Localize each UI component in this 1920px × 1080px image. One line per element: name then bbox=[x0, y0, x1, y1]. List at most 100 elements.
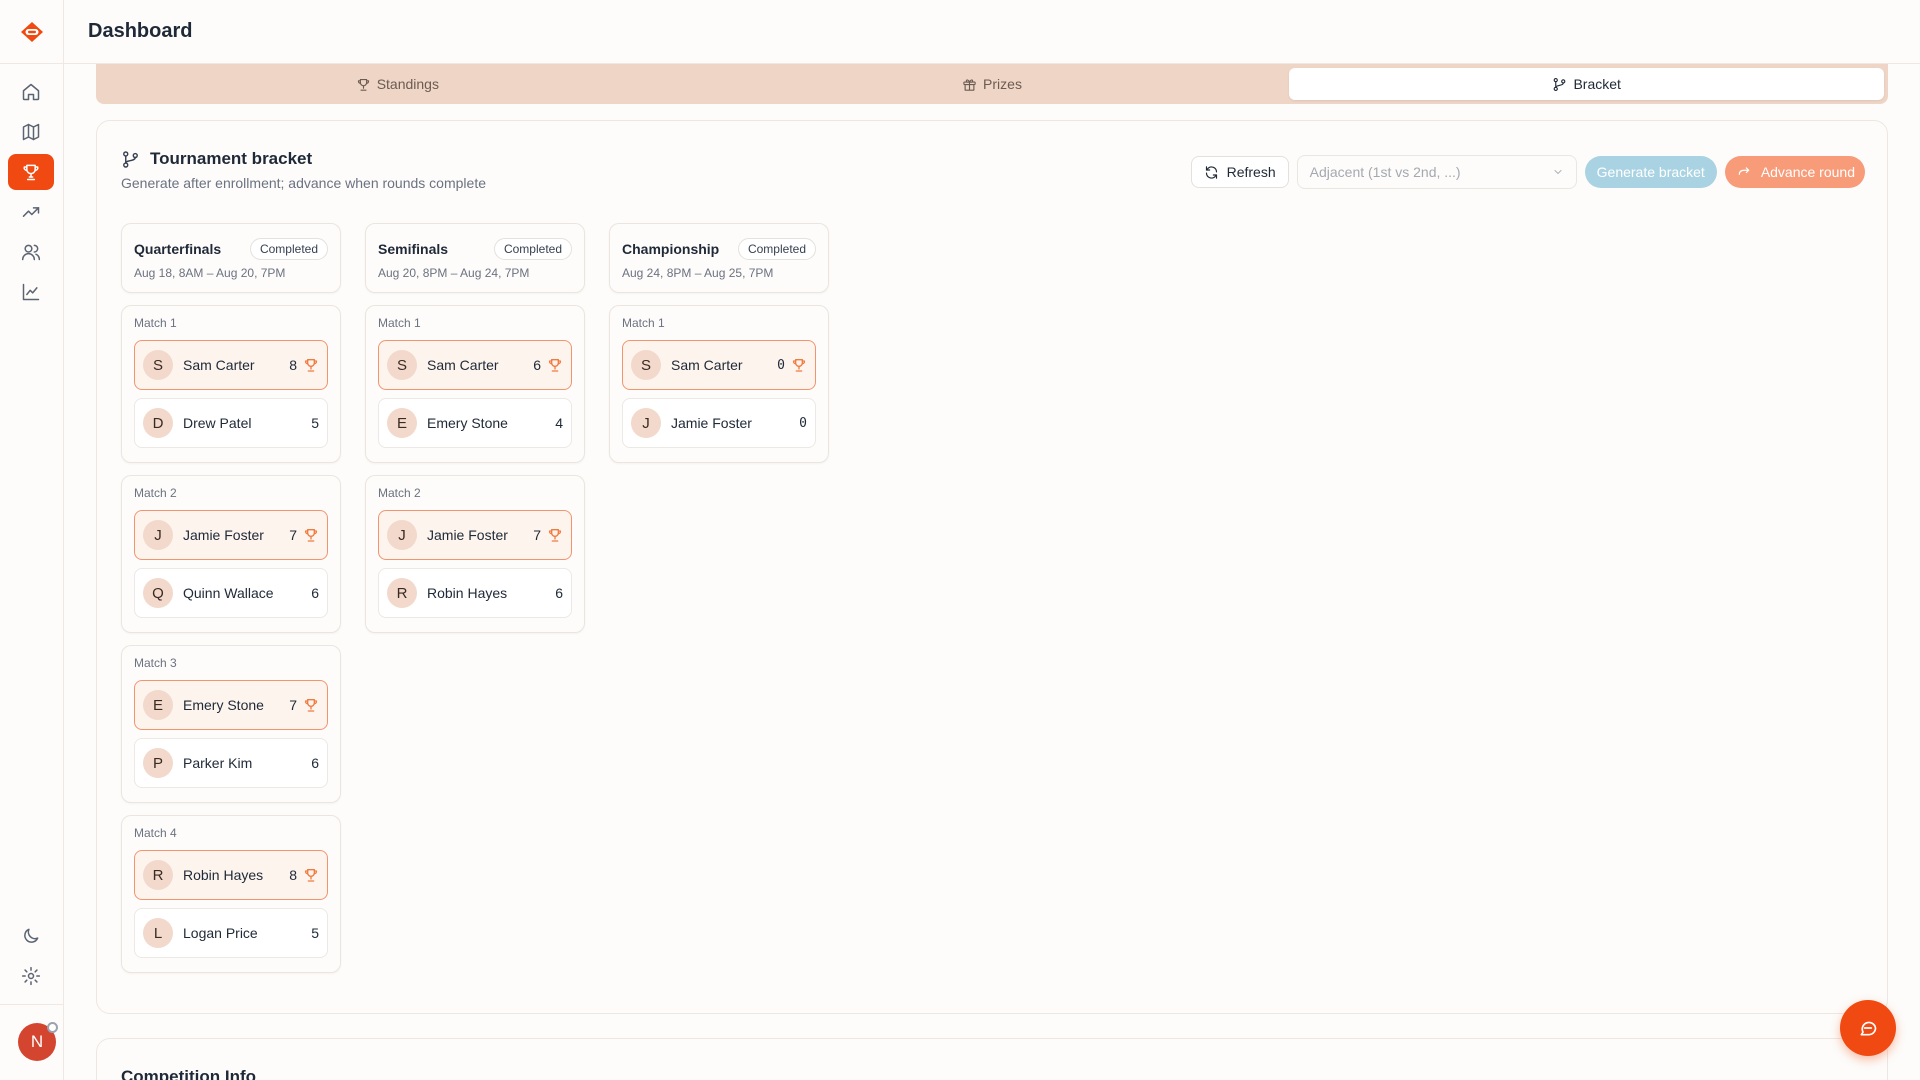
player-name: Sam Carter bbox=[671, 357, 743, 373]
match-label: Match 3 bbox=[134, 656, 177, 670]
player-score: 8 bbox=[289, 357, 297, 373]
settings-button[interactable] bbox=[8, 958, 54, 994]
match-label: Match 1 bbox=[622, 316, 665, 330]
player-name: Jamie Foster bbox=[183, 527, 264, 543]
tab-label: Prizes bbox=[983, 76, 1022, 92]
player-score: 5 bbox=[311, 415, 319, 431]
player-score: 7 bbox=[289, 527, 297, 543]
player-name: Jamie Foster bbox=[671, 415, 752, 431]
player-name: Logan Price bbox=[183, 925, 258, 941]
round-column: Championship Completed Aug 24, 8PM – Aug 2… bbox=[609, 223, 829, 463]
player-row[interactable]: Q Quinn Wallace 6 bbox=[134, 568, 328, 618]
player-avatar: R bbox=[387, 578, 417, 608]
round-name: Championship bbox=[622, 241, 720, 257]
tab-prizes[interactable]: Prizes bbox=[695, 68, 1290, 100]
winner-trophy-icon bbox=[304, 869, 318, 882]
sidebar-item-home[interactable] bbox=[8, 74, 54, 110]
map-icon bbox=[22, 123, 40, 141]
player-row[interactable]: P Parker Kim 6 bbox=[134, 738, 328, 788]
player-name: Emery Stone bbox=[183, 697, 264, 713]
refresh-button[interactable]: Refresh bbox=[1190, 156, 1289, 188]
round-header: Championship Completed Aug 24, 8PM – Aug 2… bbox=[609, 223, 829, 293]
advance-round-button[interactable]: Advance round bbox=[1724, 156, 1865, 188]
match-label: Match 4 bbox=[134, 826, 177, 840]
player-row[interactable]: S Sam Carter 0 bbox=[622, 340, 816, 390]
player-score: 7 bbox=[289, 697, 297, 713]
round-header: Quarterfinals Completed Aug 18, 8AM – Aug … bbox=[121, 223, 341, 293]
player-name: Robin Hayes bbox=[427, 585, 508, 601]
round-name: Quarterfinals bbox=[134, 241, 222, 257]
player-row[interactable]: J Jamie Foster 7 bbox=[378, 510, 572, 560]
player-row[interactable]: L Logan Price 5 bbox=[134, 908, 328, 958]
bracket-card: Tournament bracket Generate after enroll… bbox=[96, 120, 1888, 1014]
competition-info-title: Competition Info bbox=[121, 1067, 257, 1080]
user-avatar[interactable]: N bbox=[18, 1022, 58, 1061]
status-dot-icon bbox=[47, 1022, 58, 1033]
player-name: Sam Carter bbox=[427, 357, 499, 373]
player-name: Quinn Wallace bbox=[183, 585, 274, 601]
match-card: Match 4 R Robin Hayes 8 L Logan Price 5 bbox=[121, 815, 341, 973]
match-card: Match 1 S Sam Carter 8 D Drew Patel 5 bbox=[121, 305, 341, 463]
player-name: Drew Patel bbox=[183, 415, 252, 431]
tab-bar: Standings Prizes Bracket bbox=[96, 64, 1888, 104]
match-card: Match 2 J Jamie Foster 7 Q Quinn Wallace 6 bbox=[121, 475, 341, 633]
player-score: 0 bbox=[799, 415, 807, 431]
player-row[interactable]: S Sam Carter 6 bbox=[378, 340, 572, 390]
winner-trophy-icon bbox=[792, 359, 806, 372]
winner-trophy-icon bbox=[548, 359, 562, 372]
message-icon bbox=[1860, 1021, 1877, 1036]
sidebar-nav bbox=[8, 74, 56, 314]
status-badge: Completed bbox=[737, 238, 816, 260]
player-row[interactable]: S Sam Carter 8 bbox=[134, 340, 328, 390]
round-name: Semifinals bbox=[378, 241, 449, 257]
sidebar-item-map[interactable] bbox=[8, 114, 54, 150]
app-logo-icon[interactable] bbox=[18, 18, 46, 46]
chat-button[interactable] bbox=[1840, 1000, 1896, 1056]
player-avatar: E bbox=[387, 408, 417, 438]
home-icon bbox=[22, 83, 40, 101]
trending-up-icon bbox=[22, 207, 40, 217]
player-avatar: J bbox=[387, 520, 417, 550]
player-score: 6 bbox=[311, 755, 319, 771]
advance-label: Advance round bbox=[1760, 164, 1855, 180]
player-avatar: S bbox=[387, 350, 417, 380]
player-row[interactable]: J Jamie Foster 7 bbox=[134, 510, 328, 560]
player-row[interactable]: R Robin Hayes 8 bbox=[134, 850, 328, 900]
player-score: 5 bbox=[311, 925, 319, 941]
player-avatar: P bbox=[143, 748, 173, 778]
sidebar-item-users[interactable] bbox=[8, 234, 54, 270]
pairing-select[interactable]: Adjacent (1st vs 2nd, ...) bbox=[1296, 155, 1577, 189]
users-icon bbox=[21, 244, 41, 261]
sidebar: N bbox=[0, 0, 64, 1080]
sidebar-item-competitions[interactable] bbox=[8, 154, 54, 190]
player-name: Robin Hayes bbox=[183, 867, 264, 883]
tab-standings[interactable]: Standings bbox=[100, 68, 695, 100]
player-avatar: D bbox=[143, 408, 173, 438]
round-header: Semifinals Completed Aug 20, 8PM – Aug 24,… bbox=[365, 223, 585, 293]
generate-bracket-button[interactable]: Generate bracket bbox=[1584, 156, 1717, 188]
sidebar-item-trends[interactable] bbox=[8, 194, 54, 230]
top-header: Dashboard bbox=[64, 0, 1920, 64]
bracket-toolbar: Refresh Adjacent (1st vs 2nd, ...) Gener… bbox=[1190, 155, 1865, 189]
player-avatar: E bbox=[143, 690, 173, 720]
player-score: 8 bbox=[289, 867, 297, 883]
trophy-icon bbox=[357, 78, 369, 91]
status-badge: Completed bbox=[493, 238, 572, 260]
moon-icon bbox=[24, 928, 39, 943]
player-row[interactable]: J Jamie Foster 0 bbox=[622, 398, 816, 448]
sidebar-item-analytics[interactable] bbox=[8, 274, 54, 310]
player-row[interactable]: E Emery Stone 4 bbox=[378, 398, 572, 448]
sidebar-divider bbox=[0, 1004, 64, 1005]
player-row[interactable]: E Emery Stone 7 bbox=[134, 680, 328, 730]
round-column: Semifinals Completed Aug 20, 8PM – Aug 24,… bbox=[365, 223, 585, 633]
player-row[interactable]: R Robin Hayes 6 bbox=[378, 568, 572, 618]
player-row[interactable]: D Drew Patel 5 bbox=[134, 398, 328, 448]
match-card: Match 3 E Emery Stone 7 P Parker Kim 6 bbox=[121, 645, 341, 803]
chart-line-icon bbox=[22, 283, 40, 301]
match-card: Match 2 J Jamie Foster 7 R Robin Hayes 6 bbox=[365, 475, 585, 633]
status-badge: Completed bbox=[249, 238, 328, 260]
pairing-select-value: Adjacent (1st vs 2nd, ...) bbox=[1309, 164, 1461, 180]
theme-toggle-button[interactable] bbox=[8, 918, 54, 954]
tab-bracket[interactable]: Bracket bbox=[1289, 68, 1885, 100]
avatar-initial: N bbox=[30, 1032, 44, 1051]
